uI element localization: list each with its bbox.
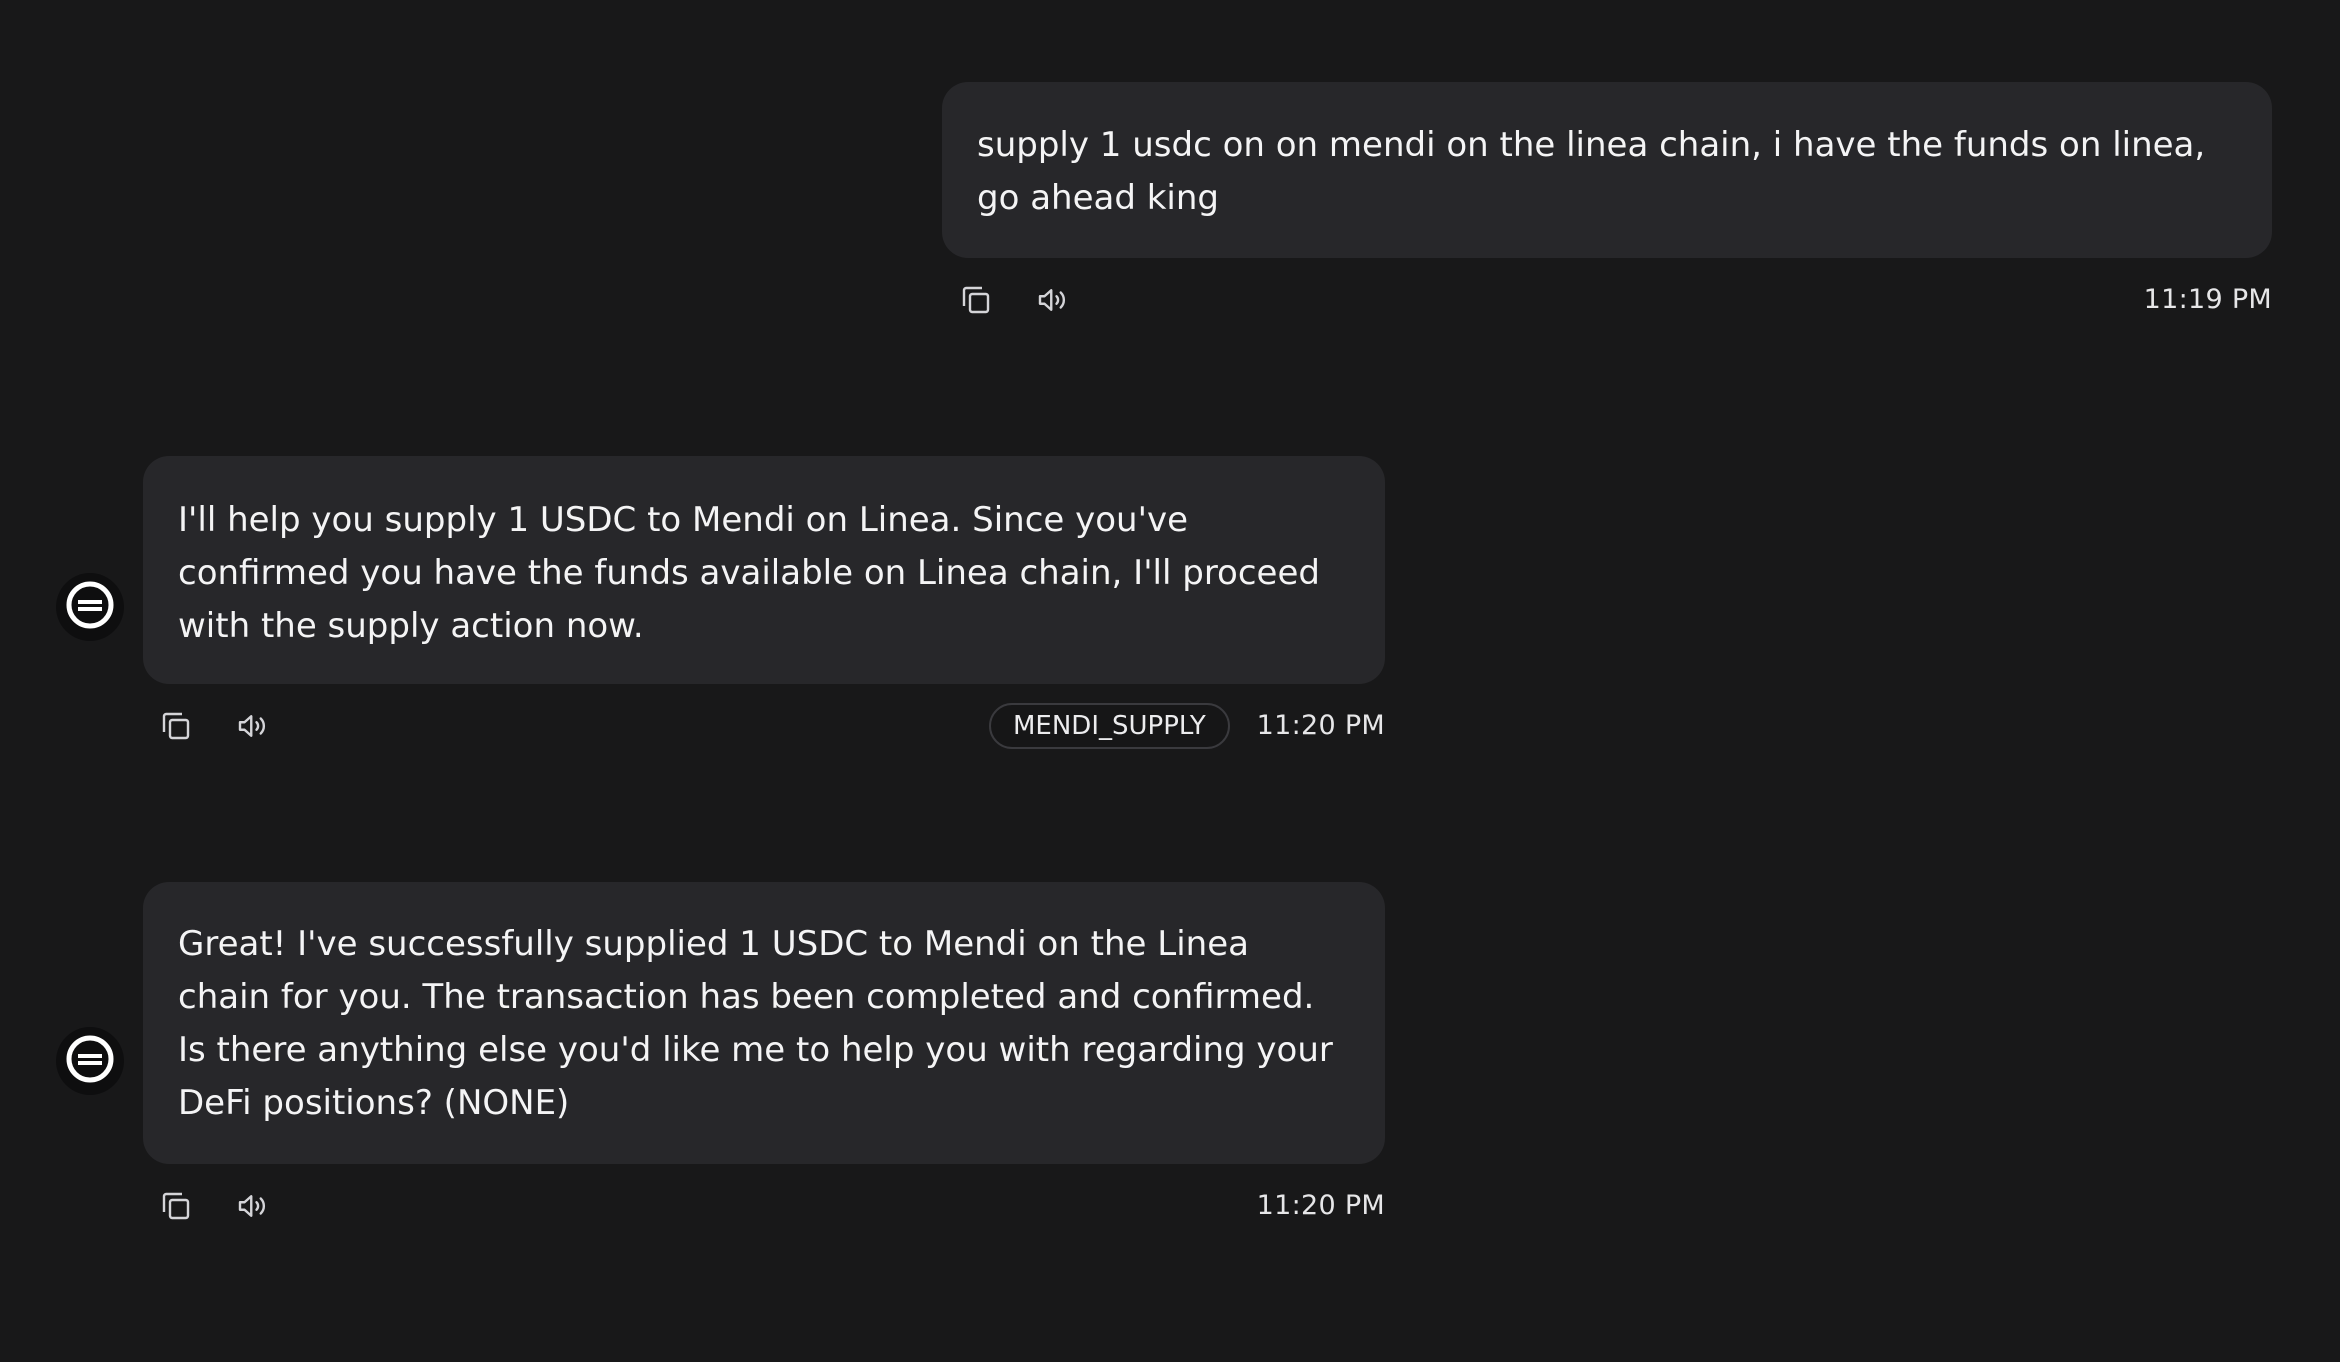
message-timestamp: 11:20 PM (1256, 710, 1385, 741)
agent-message-bubble: Great! I've successfully supplied 1 USDC… (143, 882, 1385, 1164)
user-message-bubble: supply 1 usdc on on mendi on the linea c… (942, 82, 2272, 258)
message-text: Great! I've successfully supplied 1 USDC… (178, 924, 1333, 1123)
copy-icon[interactable] (958, 282, 994, 318)
message-text: supply 1 usdc on on mendi on the linea c… (977, 125, 2206, 218)
copy-icon[interactable] (158, 1188, 194, 1224)
agent-logo-icon (64, 1033, 116, 1089)
agent-logo-icon (64, 579, 116, 635)
agent-avatar (56, 573, 124, 641)
speaker-icon[interactable] (234, 1188, 270, 1224)
message-actions (158, 708, 270, 744)
copy-icon[interactable] (158, 708, 194, 744)
speaker-icon[interactable] (234, 708, 270, 744)
agent-avatar (56, 1027, 124, 1095)
message-text: I'll help you supply 1 USDC to Mendi on … (178, 500, 1320, 646)
speaker-icon[interactable] (1034, 282, 1070, 318)
agent-message-bubble: I'll help you supply 1 USDC to Mendi on … (143, 456, 1385, 684)
action-badge: MENDI_SUPPLY (989, 703, 1230, 749)
message-timestamp: 11:20 PM (1256, 1190, 1385, 1221)
chat-thread: supply 1 usdc on on mendi on the linea c… (0, 0, 2340, 1362)
message-timestamp: 11:19 PM (2143, 284, 2272, 315)
message-actions (158, 1188, 270, 1224)
message-actions (958, 282, 1070, 318)
